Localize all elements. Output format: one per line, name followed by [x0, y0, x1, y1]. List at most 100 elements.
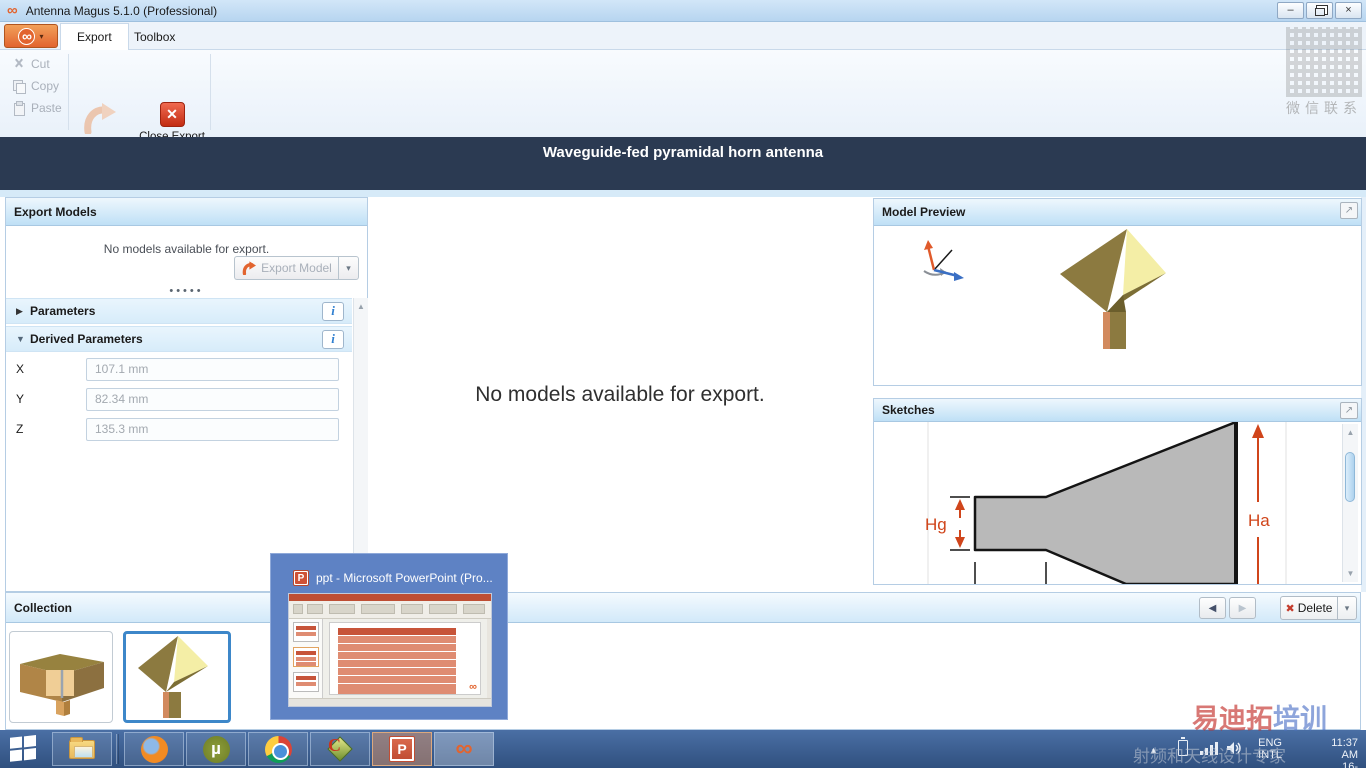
taskbar-divider	[116, 734, 119, 764]
param-x-input[interactable]: 107.1 mm	[86, 358, 339, 381]
copy-button[interactable]: Copy	[12, 77, 59, 95]
horn-dimension-sketch: Hg Ha	[925, 422, 1287, 584]
export-models-empty-message: No models available for export.	[103, 242, 270, 256]
cst-icon: C	[327, 735, 353, 762]
collapsed-arrow-icon: ▶	[16, 305, 23, 316]
tab-toolbox[interactable]: Toolbox	[118, 23, 191, 50]
mini-slide-list	[289, 619, 323, 698]
antenna-magus-window: ∞ Antenna Magus 5.1.0 (Professional) – ×…	[0, 0, 1366, 768]
mini-slide-area: ∞	[323, 619, 487, 698]
start-button[interactable]	[10, 734, 44, 764]
delete-button[interactable]: ✖ Delete	[1280, 596, 1338, 620]
collection-header: Collection	[6, 593, 1360, 623]
model-preview-popout-button[interactable]: ↗	[1340, 202, 1358, 219]
powerpoint-icon: P	[293, 570, 309, 586]
workspace-empty-message: No models available for export.	[475, 382, 765, 406]
restore-button[interactable]	[1306, 2, 1333, 19]
window-title: Antenna Magus 5.1.0 (Professional)	[25, 3, 218, 18]
dimension-label-hg: Hg	[925, 515, 947, 534]
panel-splitter-handle[interactable]: •••••	[6, 286, 367, 297]
taskbar-chrome[interactable]	[248, 732, 308, 766]
taskbar-file-explorer[interactable]	[52, 732, 112, 766]
export-models-panel: Export Models No models available for ex…	[5, 197, 368, 592]
derived-parameters-info-button[interactable]: i	[322, 329, 344, 349]
app-menu-caret-icon: ▾	[39, 31, 44, 41]
export-model-button-icon	[242, 261, 257, 275]
left-panel-scrollbar[interactable]: ▲ ▼	[353, 298, 368, 588]
derived-parameters-section-header[interactable]: ▼ Derived Parameters i	[6, 326, 352, 352]
param-row-y: Y 82.34 mm	[6, 388, 352, 412]
close-export-mode-icon: ✕	[159, 102, 185, 127]
sketch-canvas: Hg Ha ▲ ▼	[874, 422, 1361, 584]
param-row-x: X 107.1 mm	[6, 358, 352, 382]
export-models-header: Export Models	[6, 198, 367, 226]
cut-button[interactable]: Cut	[12, 55, 50, 73]
mini-am-logo-icon: ∞	[469, 681, 477, 693]
model-preview-panel: Model Preview ↗	[873, 198, 1362, 386]
antenna-name: Waveguide-fed pyramidal horn antenna	[542, 144, 824, 161]
ribbon-separator	[210, 54, 211, 130]
close-button[interactable]: ×	[1335, 2, 1362, 19]
taskbar-powerpoint[interactable]: P	[372, 732, 432, 766]
export-model-icon	[84, 103, 116, 136]
param-row-z: Z 135.3 mm	[6, 418, 352, 442]
expanded-arrow-icon: ▼	[16, 334, 25, 344]
mini-titlebar	[289, 594, 491, 601]
delete-x-icon: ✖	[1285, 602, 1295, 615]
ribbon: Cut Copy Paste Edit Export Model ✕ Close…	[0, 50, 1366, 180]
next-arrow-icon: ▶	[1238, 602, 1247, 614]
param-z-input[interactable]: 135.3 mm	[86, 418, 339, 441]
brand-watermark: 易迪拓培训	[1192, 704, 1327, 734]
taskbar-antenna-magus[interactable]: ∞	[434, 732, 494, 766]
mini-statusbar	[289, 698, 491, 706]
delete-dropdown[interactable]: ▾	[1338, 596, 1357, 620]
taskbar-preview-popup[interactable]: P ppt - Microsoft PowerPoint (Pro... ∞	[270, 553, 508, 720]
sketches-header: Sketches	[874, 399, 1361, 422]
export-model-button[interactable]: Export Model	[234, 256, 339, 280]
model-preview-canvas[interactable]	[874, 226, 1361, 385]
export-model-dropdown[interactable]: ▾	[338, 256, 359, 280]
qr-code-watermark	[1286, 27, 1362, 97]
powerpoint-thumbnail[interactable]: ∞	[288, 593, 492, 707]
collection-prev-button[interactable]: ◀	[1199, 597, 1226, 619]
mini-ribbon	[289, 601, 491, 619]
application-menu-button[interactable]: ∞ ▾	[4, 24, 58, 48]
waveguide-antenna-thumbnail	[20, 654, 104, 716]
title-bar: ∞ Antenna Magus 5.1.0 (Professional) – ×	[0, 0, 1366, 22]
sketches-popout-button[interactable]: ↗	[1340, 402, 1358, 419]
dimension-label-ha: Ha	[1248, 511, 1270, 530]
axis-triad-icon	[923, 240, 964, 281]
prev-arrow-icon: ◀	[1208, 602, 1217, 614]
copy-icon	[12, 79, 26, 94]
horn-3d-model	[923, 229, 1166, 349]
popup-window-title: ppt - Microsoft PowerPoint (Pro...	[316, 571, 493, 585]
app-menu-logo-icon: ∞	[18, 27, 36, 45]
utorrent-icon: µ	[202, 735, 230, 763]
taskbar-utorrent[interactable]: µ	[186, 732, 246, 766]
taskbar-firefox[interactable]	[124, 732, 184, 766]
antenna-title-banner: Waveguide-fed pyramidal horn antenna	[0, 137, 1366, 190]
collection-panel: Collection ◀ ▶ ✖ Delete ▾	[5, 592, 1361, 730]
parameters-section-header[interactable]: ▶ Parameters i	[6, 298, 352, 324]
sketches-scrollbar[interactable]: ▲ ▼	[1342, 424, 1358, 582]
clock[interactable]: 11:37 AM 16-Oct-15	[1331, 737, 1358, 768]
collection-item-waveguide-antenna[interactable]	[9, 631, 113, 723]
collection-item-pyramidal-horn[interactable]	[123, 631, 231, 723]
parameters-info-button[interactable]: i	[322, 301, 344, 321]
cut-icon	[12, 57, 26, 71]
taskbar-cst-studio[interactable]: C	[310, 732, 370, 766]
workspace-empty-area: No models available for export.	[370, 197, 870, 592]
ribbon-tab-row: ∞ ▾ Export Toolbox	[0, 22, 1366, 50]
paste-button[interactable]: Paste	[12, 99, 62, 117]
firefox-icon	[140, 735, 168, 763]
horn-antenna-thumbnail	[138, 636, 208, 718]
paste-icon	[12, 101, 26, 116]
collection-next-button[interactable]: ▶	[1229, 597, 1256, 619]
chrome-icon	[264, 735, 292, 763]
minimize-button[interactable]: –	[1277, 2, 1304, 19]
file-explorer-icon	[69, 736, 95, 759]
antenna-magus-icon: ∞	[455, 735, 473, 762]
powerpoint-taskbar-icon: P	[389, 736, 415, 762]
param-y-input[interactable]: 82.34 mm	[86, 388, 339, 411]
main-top-strip	[0, 190, 1366, 197]
